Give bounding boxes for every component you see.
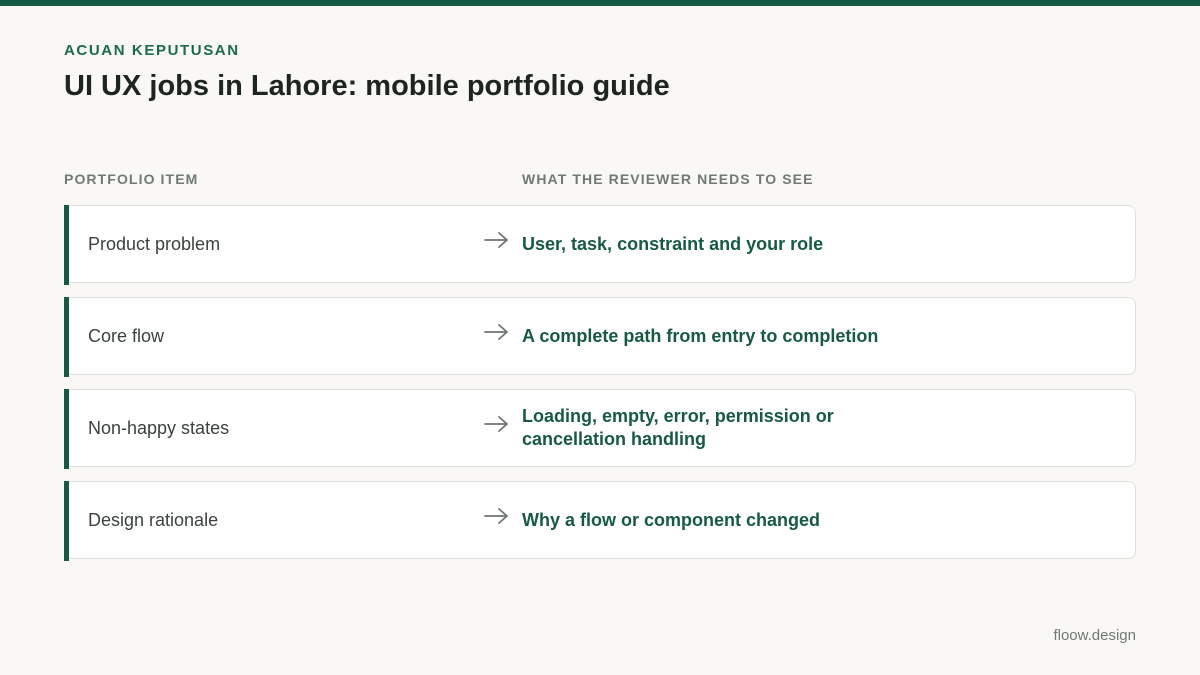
row-accent-bar bbox=[64, 389, 69, 469]
arrow-right-icon bbox=[483, 323, 511, 341]
table-row: Non-happy states Loading, empty, error, … bbox=[64, 389, 1136, 469]
portfolio-item-label: Non-happy states bbox=[88, 417, 230, 438]
page-title: UI UX jobs in Lahore: mobile portfolio g… bbox=[64, 70, 670, 102]
row-accent-bar bbox=[64, 205, 69, 285]
portfolio-item-label: Core flow bbox=[88, 325, 165, 346]
arrow-right-icon bbox=[483, 507, 511, 525]
arrow-right-icon bbox=[483, 231, 511, 249]
footer-brand: floow.design bbox=[1053, 627, 1136, 644]
reviewer-need-text: Loading, empty, error, permission or can… bbox=[522, 406, 834, 449]
column-header-reviewer-needs: WHAT THE REVIEWER NEEDS TO SEE bbox=[522, 171, 814, 187]
portfolio-item-label: Design rationale bbox=[88, 509, 219, 530]
row-accent-bar bbox=[64, 297, 69, 377]
arrow-right-icon bbox=[483, 415, 511, 433]
reviewer-need-text: User, task, constraint and your role bbox=[522, 233, 824, 254]
table-row: Core flow A complete path from entry to … bbox=[64, 297, 1136, 377]
reviewer-need-text: Why a flow or component changed bbox=[522, 509, 821, 530]
portfolio-item-label: Product problem bbox=[88, 233, 221, 254]
column-header-portfolio-item: PORTFOLIO ITEM bbox=[64, 171, 199, 187]
reviewer-need-text: A complete path from entry to completion bbox=[522, 325, 879, 346]
table-row: Product problem User, task, constraint a… bbox=[64, 205, 1136, 285]
row-accent-bar bbox=[64, 481, 69, 561]
top-accent-bar bbox=[0, 0, 1200, 6]
table-row: Design rationale Why a flow or component… bbox=[64, 481, 1136, 561]
eyebrow-label: ACUAN KEPUTUSAN bbox=[64, 42, 240, 59]
portfolio-table: Product problem User, task, constraint a… bbox=[64, 205, 1136, 573]
